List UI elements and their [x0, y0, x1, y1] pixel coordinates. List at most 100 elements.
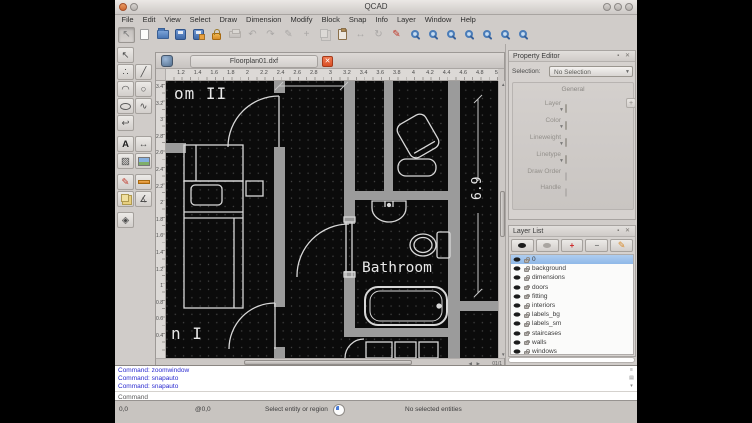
zoom-in-icon[interactable] [406, 27, 423, 43]
paste-icon[interactable] [334, 27, 351, 43]
layer-lock-icon[interactable] [524, 259, 529, 263]
layer-row[interactable]: staircases [511, 329, 633, 338]
spline-icon[interactable]: ∿ [135, 98, 152, 114]
pointer-icon[interactable]: ↖ [117, 47, 134, 63]
layer-visible-icon[interactable] [514, 303, 521, 307]
undo-icon[interactable]: ↶ [244, 27, 261, 43]
layer-lock-icon[interactable] [524, 268, 529, 272]
remove-layer-button[interactable]: − [585, 239, 608, 252]
layer-row[interactable]: dimensions [511, 273, 633, 282]
zoom-pan-icon[interactable] [496, 27, 513, 43]
menu-item[interactable]: Modify [286, 15, 317, 25]
panel-float-close-icons[interactable]: ▪ ✕ [617, 227, 632, 234]
layer-visible-icon[interactable] [514, 331, 521, 335]
handle-input[interactable] [565, 188, 567, 197]
menu-item[interactable]: Select [185, 15, 215, 25]
layer-row[interactable]: doors [511, 283, 633, 292]
app-icon[interactable] [161, 55, 173, 67]
menu-item[interactable]: Dimension [242, 15, 286, 25]
snap-icon[interactable]: + [298, 27, 315, 43]
layer-lock-icon[interactable] [524, 341, 529, 345]
window-minimize-icon[interactable] [603, 3, 611, 11]
print-icon[interactable] [226, 27, 243, 43]
new-icon[interactable] [136, 27, 153, 43]
layer-lock-icon[interactable] [524, 323, 529, 327]
polyline-icon[interactable]: ↩ [117, 115, 134, 131]
layer-visible-icon[interactable] [514, 267, 521, 271]
layer-lock-icon[interactable] [524, 277, 529, 281]
edit-layer-button[interactable]: ✎ [610, 239, 633, 252]
redo-icon[interactable]: ↷ [262, 27, 279, 43]
menu-item[interactable]: Snap [344, 15, 371, 25]
document-tab[interactable]: Floorplan01.dxf [190, 55, 318, 68]
add-layer-quick-button[interactable]: + [626, 98, 636, 108]
layer-combobox[interactable]: ▼ [565, 104, 567, 113]
menu-item[interactable]: Window [420, 15, 456, 25]
zoom-previous-icon[interactable] [460, 27, 477, 43]
measure-icon[interactable]: ∡ [135, 191, 152, 207]
show-all-layers-button[interactable] [511, 239, 534, 252]
zoom-window-icon[interactable] [478, 27, 495, 43]
arc-icon[interactable]: ◠ [117, 81, 134, 97]
points-icon[interactable]: ∴ [117, 64, 134, 80]
selection-icon[interactable]: ↖ [118, 27, 135, 43]
ellipse-icon[interactable] [117, 98, 134, 114]
menu-item[interactable]: Block [317, 15, 344, 25]
menu-item[interactable]: File [117, 15, 138, 25]
layer-list-header[interactable]: Layer List ▪ ✕ [509, 226, 635, 237]
layer-row[interactable]: background [511, 264, 633, 273]
dimension-icon[interactable]: ↔ [135, 136, 152, 152]
layer-lock-icon[interactable] [524, 351, 529, 355]
color-combobox[interactable]: By Layer ▼ [565, 121, 567, 130]
layer-visible-icon[interactable] [514, 257, 521, 261]
layer-visible-icon[interactable] [514, 349, 521, 353]
text-icon[interactable]: A [117, 136, 134, 152]
layer-lock-icon[interactable] [524, 286, 529, 290]
circle-icon[interactable]: ○ [135, 81, 152, 97]
layer-row[interactable]: fitting [511, 292, 633, 301]
menu-item[interactable]: Layer [392, 15, 420, 25]
layer-row[interactable]: labels_bg [511, 310, 633, 319]
layer-row[interactable]: labels_sm [511, 319, 633, 328]
command-options[interactable]: ≡▤▾ [627, 366, 636, 390]
tab-close-icon[interactable]: ✕ [322, 56, 333, 67]
property-editor-header[interactable]: Property Editor ▪ ✕ [509, 51, 635, 62]
layer-visible-icon[interactable] [514, 294, 521, 298]
save-icon[interactable] [172, 27, 189, 43]
layer-visible-icon[interactable] [514, 322, 521, 326]
rotate-icon[interactable]: ↻ [370, 27, 387, 43]
lineweight-combobox[interactable]: By Layer ▼ [565, 138, 567, 147]
lineweight-icon[interactable] [135, 174, 152, 190]
line-icon[interactable]: ╱ [135, 64, 152, 80]
layer-visible-icon[interactable] [514, 313, 521, 317]
linetype-combobox[interactable]: By Layer ▼ [565, 155, 567, 164]
layer-lock-icon[interactable] [524, 314, 529, 318]
menu-item[interactable]: Info [371, 15, 393, 25]
menu-item[interactable]: Draw [215, 15, 242, 25]
layer-lock-icon[interactable] [524, 332, 529, 336]
modify-icon[interactable]: ✎ [117, 174, 134, 190]
hide-all-layers-button[interactable] [536, 239, 559, 252]
layer-row[interactable]: interiors [511, 301, 633, 310]
selection-combobox[interactable]: No Selection ▼ [549, 66, 633, 77]
lock-icon[interactable] [208, 27, 225, 43]
zoom-auto-icon[interactable] [442, 27, 459, 43]
hatch-icon[interactable]: ▨ [117, 153, 134, 169]
copy-icon[interactable] [316, 27, 333, 43]
layer-row[interactable]: 0 [511, 255, 633, 264]
window-maximize-icon[interactable] [614, 3, 622, 11]
layer-lock-icon[interactable] [524, 295, 529, 299]
layer-row[interactable]: windows [511, 347, 633, 355]
layer-list-scrollbar[interactable] [508, 357, 635, 363]
menu-item[interactable]: View [160, 15, 185, 25]
panel-float-close-icons[interactable]: ▪ ✕ [617, 52, 632, 59]
layer-visible-icon[interactable] [514, 276, 521, 280]
open-icon[interactable] [154, 27, 171, 43]
move-icon[interactable]: ↔ [352, 27, 369, 43]
layer-visible-icon[interactable] [514, 340, 521, 344]
layer-lock-icon[interactable] [524, 305, 529, 309]
layer-row[interactable]: walls [511, 338, 633, 347]
layer-visible-icon[interactable] [514, 285, 521, 289]
menu-item[interactable]: Help [456, 15, 480, 25]
draw-order-input[interactable] [565, 172, 567, 181]
